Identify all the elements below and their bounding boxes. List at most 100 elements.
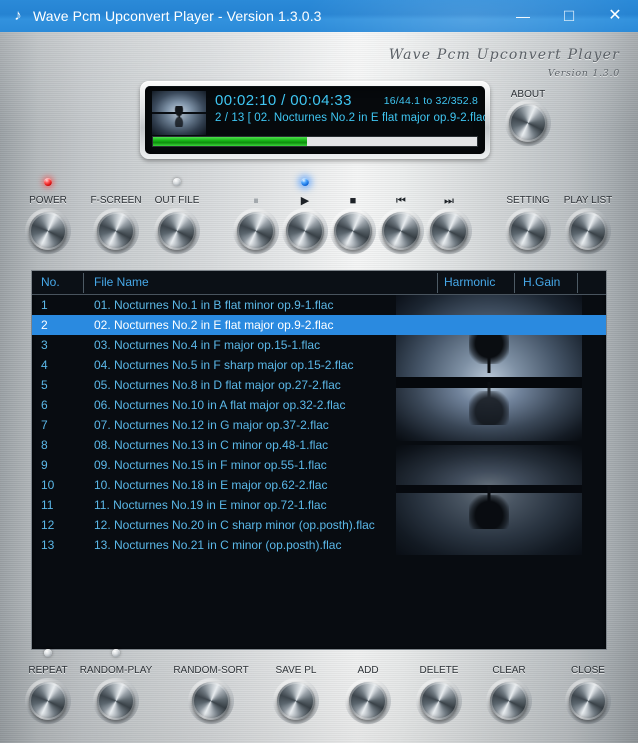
save-pl-button[interactable] — [273, 678, 319, 724]
progress-bar-fill — [153, 137, 308, 146]
row-file-name: 07. Nocturnes No.12 in G major op.37-2.f… — [94, 418, 329, 432]
column-header-file-name[interactable]: File Name — [94, 271, 149, 294]
brand-version: Version 1.3.0 — [547, 68, 620, 79]
row-number: 1 — [41, 298, 48, 312]
column-header-harmonic[interactable]: Harmonic — [444, 271, 495, 294]
playlist-rows: 1 01. Nocturnes No.1 in B flat minor op.9… — [32, 295, 606, 555]
row-number: 6 — [41, 398, 48, 412]
window-title: Wave Pcm Upconvert Player - Version 1.3.… — [33, 8, 322, 24]
repeat-button[interactable] — [25, 678, 71, 724]
close-button[interactable] — [565, 678, 611, 724]
display-bezel: 00:02:10 / 00:04:33 16/44.1 to 32/352.8 … — [140, 81, 490, 159]
table-row[interactable]: 12 12. Nocturnes No.20 in C sharp minor (… — [32, 515, 606, 535]
row-number: 5 — [41, 378, 48, 392]
about-button[interactable] — [505, 100, 551, 146]
table-row[interactable]: 8 08. Nocturnes No.13 in C minor op.48-1.… — [32, 435, 606, 455]
save-pl-label: SAVE PL — [275, 665, 317, 676]
previous-icon: ⏮ — [396, 195, 406, 207]
previous-button[interactable] — [378, 208, 424, 254]
next-button[interactable] — [426, 208, 472, 254]
row-file-name: 05. Nocturnes No.8 in D flat major op.27… — [94, 378, 341, 392]
random-play-button[interactable] — [93, 678, 139, 724]
row-file-name: 11. Nocturnes No.19 in E minor op.72-1.f… — [94, 498, 327, 512]
repeat-led — [44, 649, 52, 657]
row-number: 2 — [41, 318, 48, 332]
row-file-name: 02. Nocturnes No.2 in E flat major op.9-… — [94, 318, 334, 332]
table-row[interactable]: 11 11. Nocturnes No.19 in E minor op.72-1… — [32, 495, 606, 515]
power-button[interactable] — [25, 208, 71, 254]
column-header-h-gain[interactable]: H.Gain — [523, 271, 560, 294]
sample-rate-conversion: 16/44.1 to 32/352.8 — [383, 95, 478, 107]
table-row[interactable]: 10 10. Nocturnes No.18 in E major op.62-2… — [32, 475, 606, 495]
pause-button[interactable] — [233, 208, 279, 254]
minimize-button[interactable]: — — [500, 0, 546, 32]
close-button[interactable]: ✕ — [592, 0, 638, 32]
row-file-name: 09. Nocturnes No.15 in F minor op.55-1.f… — [94, 458, 327, 472]
random-sort-label: RANDOM-SORT — [173, 665, 249, 676]
f-screen-label: F-SCREEN — [90, 195, 142, 206]
play-list-button[interactable] — [565, 208, 611, 254]
delete-label: DELETE — [419, 665, 459, 676]
brand-logo: Wave Pcm Upconvert Player — [388, 47, 620, 63]
add-label: ADD — [357, 665, 379, 676]
playlist-panel[interactable]: No. File Name Harmonic H.Gain 1 01. Nocturne… — [31, 270, 607, 650]
table-row[interactable]: 3 03. Nocturnes No.4 in F major op.15-1.f… — [32, 335, 606, 355]
play-icon: ▶ — [300, 195, 310, 207]
main-panel: Wave Pcm Upconvert Player Version 1.3.0 … — [0, 32, 638, 743]
add-button[interactable] — [345, 678, 391, 724]
row-number: 13 — [41, 538, 55, 552]
table-row[interactable]: 6 06. Nocturnes No.10 in A flat major op.… — [32, 395, 606, 415]
row-number: 10 — [41, 478, 55, 492]
power-led — [44, 178, 52, 186]
maximize-button[interactable]: ☐ — [546, 0, 592, 32]
power-label: POWER — [29, 195, 67, 206]
table-row[interactable]: 4 04. Nocturnes No.5 in F sharp major op.… — [32, 355, 606, 375]
row-file-name: 03. Nocturnes No.4 in F major op.15-1.fl… — [94, 338, 321, 352]
play-list-label: PLAY LIST — [563, 195, 613, 206]
out-file-label: OUT FILE — [154, 195, 200, 206]
row-number: 4 — [41, 358, 48, 372]
column-divider[interactable] — [83, 273, 84, 293]
clear-button[interactable] — [486, 678, 532, 724]
column-divider[interactable] — [514, 273, 515, 293]
row-number: 7 — [41, 418, 48, 432]
table-row[interactable]: 1 01. Nocturnes No.1 in B flat minor op.9… — [32, 295, 606, 315]
pause-icon: ⏸ — [253, 195, 259, 207]
title-bar: ♪ Wave Pcm Upconvert Player - Version 1.… — [0, 0, 638, 32]
row-number: 11 — [41, 498, 54, 512]
out-file-button[interactable] — [154, 208, 200, 254]
column-divider[interactable] — [577, 273, 578, 293]
delete-button[interactable] — [416, 678, 462, 724]
column-header-no[interactable]: No. — [41, 271, 60, 294]
f-screen-button[interactable] — [93, 208, 139, 254]
music-note-icon: ♪ — [14, 7, 22, 24]
row-number: 12 — [41, 518, 55, 532]
stop-button[interactable] — [330, 208, 376, 254]
random-play-led — [112, 649, 120, 657]
play-led — [301, 178, 309, 186]
column-divider[interactable] — [437, 273, 438, 293]
table-row[interactable]: 2 02. Nocturnes No.2 in E flat major op.9… — [32, 315, 606, 335]
next-icon: ⏭ — [444, 195, 454, 207]
row-number: 8 — [41, 438, 48, 452]
playback-time: 00:02:10 / 00:04:33 — [215, 92, 352, 109]
row-file-name: 06. Nocturnes No.10 in A flat major op.3… — [94, 398, 346, 412]
play-button[interactable] — [282, 208, 328, 254]
clear-label: CLEAR — [492, 665, 526, 676]
table-row[interactable]: 5 05. Nocturnes No.8 in D flat major op.2… — [32, 375, 606, 395]
repeat-label: REPEAT — [28, 665, 68, 676]
progress-bar[interactable] — [152, 136, 478, 147]
random-sort-button[interactable] — [188, 678, 234, 724]
close-label: CLOSE — [571, 665, 605, 676]
row-file-name: 01. Nocturnes No.1 in B flat minor op.9-… — [94, 298, 334, 312]
app-window: ♪ Wave Pcm Upconvert Player - Version 1.… — [0, 0, 638, 743]
row-file-name: 10. Nocturnes No.18 in E major op.62-2.f… — [94, 478, 328, 492]
table-row[interactable]: 9 09. Nocturnes No.15 in F minor op.55-1.… — [32, 455, 606, 475]
table-row[interactable]: 7 07. Nocturnes No.12 in G major op.37-2.… — [32, 415, 606, 435]
row-file-name: 12. Nocturnes No.20 in C sharp minor (op… — [94, 518, 375, 532]
out-file-led — [173, 178, 181, 186]
stop-icon: ■ — [349, 195, 357, 207]
setting-button[interactable] — [505, 208, 551, 254]
table-row[interactable]: 13 13. Nocturnes No.21 in C minor (op.pos… — [32, 535, 606, 555]
row-file-name: 04. Nocturnes No.5 in F sharp major op.1… — [94, 358, 354, 372]
